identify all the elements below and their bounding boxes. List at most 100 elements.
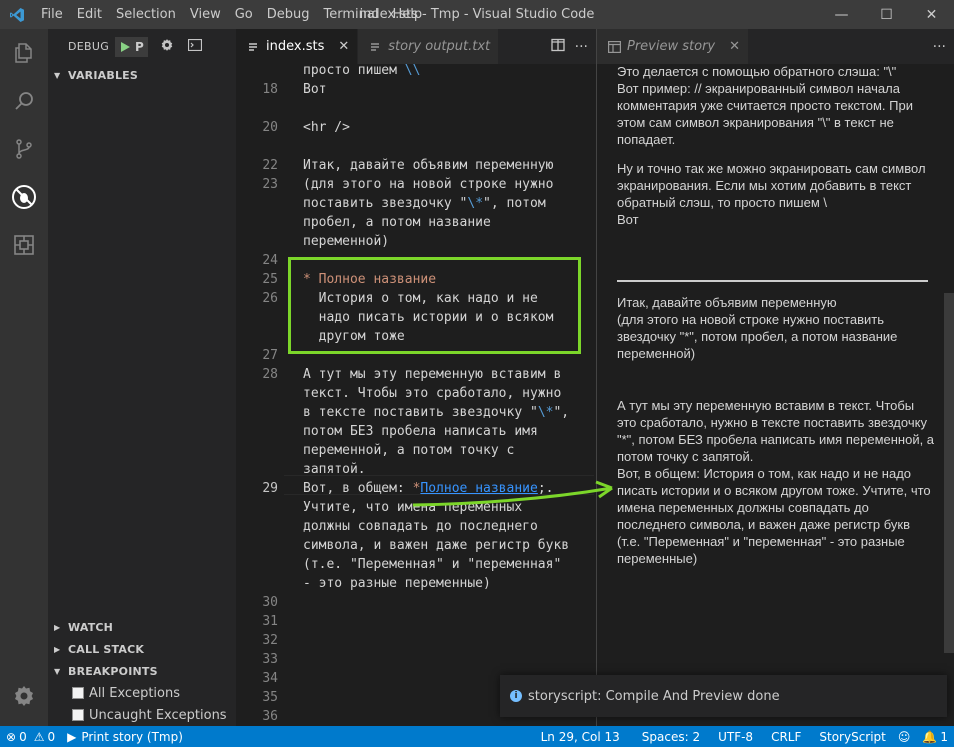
menu-edit[interactable]: Edit	[70, 0, 109, 29]
menu-terminal[interactable]: Terminal	[317, 0, 386, 29]
preview-tabs: Preview story ✕ ···	[597, 29, 954, 64]
code-editor[interactable]: просто пишем \\ 18 Вот 20 <hr /> 22 Итак, д…	[236, 64, 596, 726]
preview-paragraph: Ну и точно так же можно экранировать сам…	[617, 161, 926, 227]
encoding[interactable]: UTF-8	[712, 726, 759, 747]
status-bar: ⊗ 0 ⚠ 0 ▶ Print story (Tmp) Ln 29, Col 1…	[0, 726, 954, 747]
horizontal-rule	[617, 280, 928, 282]
close-icon[interactable]: ✕	[338, 39, 349, 54]
chevron-down-icon: ▼	[54, 70, 61, 80]
call-stack-section[interactable]: ▶ CALL STACK	[48, 638, 236, 660]
breakpoint-label: Uncaught Exceptions	[89, 707, 227, 723]
variables-section[interactable]: ▼ VARIABLES	[48, 64, 236, 86]
preview-paragraph: Это делается с помощью обратного слэша: …	[617, 64, 913, 147]
minimize-button[interactable]: —	[819, 0, 864, 29]
breakpoint-label: All Exceptions	[89, 685, 180, 701]
more-actions-icon[interactable]: ···	[575, 39, 588, 55]
maximize-button[interactable]: ☐	[864, 0, 909, 29]
code-line: 28 А тут мы эту переменную вставим в	[236, 365, 596, 384]
line-number: 31	[262, 614, 278, 629]
debug-toolbar: DEBUG P	[48, 29, 236, 64]
debug-target[interactable]: ▶ Print story (Tmp)	[61, 726, 189, 747]
extensions-icon[interactable]	[0, 221, 48, 269]
checkbox[interactable]	[72, 687, 84, 699]
code-text: надо писать истории и о всяком	[303, 310, 554, 325]
warning-count: 0	[47, 729, 56, 744]
line-number: 28	[262, 367, 278, 382]
info-icon: i	[510, 690, 522, 702]
code-line: в тексте поставить звездочку "\*",	[236, 403, 596, 422]
breakpoint-all-exceptions[interactable]: All Exceptions	[48, 682, 236, 704]
watch-section[interactable]: ▶ WATCH	[48, 616, 236, 638]
tab-preview-story[interactable]: Preview story ✕	[597, 29, 750, 64]
code-line: 22 Итак, давайте объявим переменную	[236, 156, 596, 175]
debug-config-dropdown[interactable]: P	[115, 36, 148, 57]
code-header: * Полное название	[303, 272, 437, 287]
debug-sidebar: DEBUG P ▼ VARIABLES ▶ WATCH ▶ CALL STACK ▼ B…	[48, 29, 236, 726]
code-text: переменной)	[303, 234, 390, 249]
code-text: должны совпадать до последнего	[303, 519, 538, 534]
line-number: 18	[262, 82, 278, 97]
tab-index-sts[interactable]: index.sts ✕	[236, 29, 359, 64]
checkbox[interactable]	[72, 709, 84, 721]
code-line: 23 (для этого на новой строке нужно	[236, 175, 596, 194]
code-line: просто пишем \\	[236, 64, 596, 80]
feedback-icon[interactable]: ☺	[892, 726, 917, 747]
line-ending[interactable]: CRLF	[765, 726, 807, 747]
code-text: ",	[553, 405, 570, 420]
settings-gear-icon[interactable]	[0, 672, 48, 720]
bell-icon: 🔔	[922, 729, 938, 744]
code-line: 27	[236, 346, 596, 365]
line-number: 23	[262, 177, 278, 192]
notification-toast[interactable]: i storyscript: Compile And Preview done	[500, 675, 947, 717]
explorer-icon[interactable]	[0, 29, 48, 77]
menu-help[interactable]: Help	[385, 0, 429, 29]
code-line: 29 Вот, в общем: *Полное название;.	[236, 479, 596, 498]
code-line: 24	[236, 251, 596, 270]
preview-paragraph: А тут мы эту переменную вставим в текст.…	[617, 398, 935, 566]
code-line: должны совпадать до последнего	[236, 517, 596, 536]
code-line: другом тоже	[236, 327, 596, 346]
cursor-position[interactable]: Ln 29, Col 13	[535, 726, 626, 747]
editor-group-2: Preview story ✕ ··· Это делается с помощ…	[597, 29, 954, 726]
indentation[interactable]: Spaces: 2	[636, 726, 706, 747]
breakpoint-uncaught-exceptions[interactable]: Uncaught Exceptions	[48, 704, 236, 726]
source-control-icon[interactable]	[0, 125, 48, 173]
more-actions-icon[interactable]: ···	[933, 39, 946, 55]
chevron-right-icon: ▶	[54, 644, 61, 654]
line-number: 34	[262, 671, 278, 686]
line-number: 24	[262, 253, 278, 268]
split-editor-icon[interactable]	[550, 37, 565, 56]
breakpoints-section[interactable]: ▼ BREAKPOINTS	[48, 660, 236, 682]
debug-icon[interactable]	[0, 173, 48, 221]
menu-file[interactable]: File	[34, 0, 70, 29]
preview-scrollbar[interactable]	[944, 293, 954, 653]
tab-story-output[interactable]: story output.txt	[358, 29, 500, 64]
search-icon[interactable]	[0, 77, 48, 125]
code-line: надо писать истории и о всяком	[236, 308, 596, 327]
debug-console-icon[interactable]	[187, 38, 202, 54]
line-number: 20	[262, 120, 278, 135]
settings-gear-icon[interactable]	[160, 38, 174, 55]
error-count: 0	[19, 729, 27, 744]
menu-view[interactable]: View	[183, 0, 228, 29]
problems-indicator[interactable]: ⊗ 0 ⚠ 0	[0, 726, 61, 747]
notifications[interactable]: 🔔 1	[916, 726, 954, 747]
code-line: пробел, а потом название	[236, 213, 596, 232]
code-line: текст. Чтобы это сработало, нужно	[236, 384, 596, 403]
code-text: Вот, в общем:	[303, 481, 413, 496]
language-mode[interactable]: StoryScript	[813, 726, 892, 747]
tab-label: Preview story	[627, 39, 716, 54]
code-text: <hr />	[303, 120, 350, 135]
close-icon[interactable]: ✕	[729, 39, 740, 54]
menu-selection[interactable]: Selection	[109, 0, 183, 29]
menu-debug[interactable]: Debug	[260, 0, 317, 29]
file-icon	[246, 40, 260, 54]
code-variable-reference[interactable]: Полное название	[420, 481, 537, 496]
window-controls: — ☐ ✕	[819, 0, 954, 29]
preview-icon	[607, 40, 621, 54]
debug-config-label: P	[135, 39, 144, 54]
menu-go[interactable]: Go	[228, 0, 260, 29]
close-window-button[interactable]: ✕	[909, 0, 954, 29]
start-debugging-icon[interactable]	[119, 41, 131, 53]
code-line: 31	[236, 612, 596, 631]
